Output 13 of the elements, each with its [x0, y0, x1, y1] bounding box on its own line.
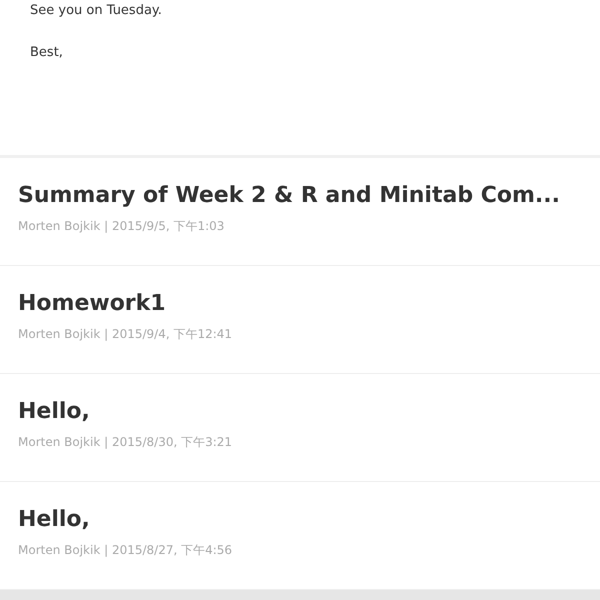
message-text: See you on Tuesday. — [30, 2, 163, 20]
thread-meta: Morten Bojkik | 2015/9/5, 下午1:03 — [18, 218, 226, 234]
thread-subject: Hello, — [18, 398, 91, 426]
message-text: Best, — [30, 44, 64, 62]
thread-meta: Morten Bojkik | 2015/8/27, 下午4:56 — [18, 542, 234, 558]
thread-subject: Hello, — [18, 506, 91, 534]
thread-meta: Morten Bojkik | 2015/8/30, 下午3:21 — [18, 434, 234, 450]
thread-item[interactable]: Hello, Morten Bojkik | 2015/8/30, 下午3:21 — [0, 374, 600, 482]
thread-item[interactable]: Summary of Week 2 & R and Minitab Com... Morten Bojkik | 2015/9/5, 下午1:03 — [0, 158, 600, 266]
thread-item[interactable]: Homework1 Morten Bojkik | 2015/9/4, 下午12:41 — [0, 266, 600, 374]
thread-subject: Homework1 — [18, 290, 167, 318]
thread-subject: Summary of Week 2 & R and Minitab Com... — [18, 182, 561, 210]
thread-meta: Morten Bojkik | 2015/9/4, 下午12:41 — [18, 326, 234, 342]
